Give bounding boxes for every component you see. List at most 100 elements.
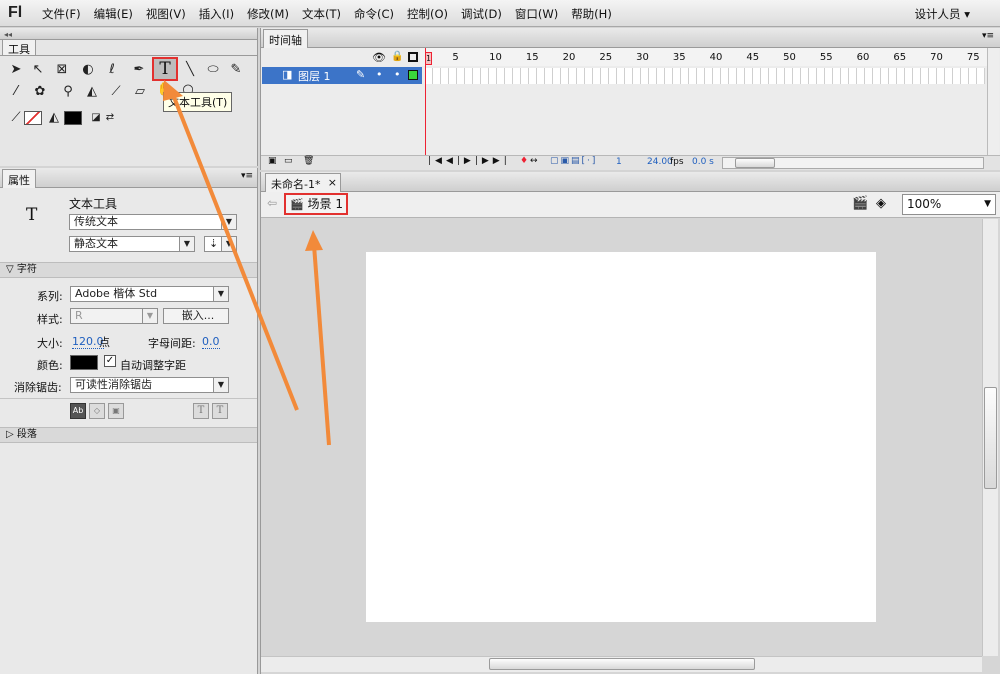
menu-text[interactable]: 文本(T) xyxy=(302,6,341,22)
pen-tool-icon[interactable]: ✒ xyxy=(129,60,149,80)
eyedropper-icon[interactable]: ⟋ xyxy=(106,82,126,102)
current-frame[interactable]: 1 xyxy=(616,157,622,167)
superscript-icon[interactable]: T xyxy=(193,403,209,419)
close-icon[interactable]: × xyxy=(328,176,337,189)
text-tool-tooltip: 文本工具(T) xyxy=(163,92,233,112)
lock-dot[interactable]: • xyxy=(394,68,401,81)
free-transform-icon[interactable]: ⊠ xyxy=(52,60,72,80)
orientation-icon: ⇣ xyxy=(209,237,219,250)
scroll-thumb[interactable] xyxy=(489,658,755,670)
auto-kern-checkbox[interactable]: ✓ xyxy=(104,355,116,367)
scroll-thumb[interactable] xyxy=(735,158,775,168)
subscript-icon[interactable]: T xyxy=(212,403,228,419)
swap-colors-icon[interactable]: ⇄ xyxy=(100,108,120,128)
chevron-down-icon: ▼ xyxy=(984,199,991,209)
lasso-icon[interactable]: ℓ xyxy=(102,60,122,80)
onion-skin-icon[interactable]: ▢▣▤[·] xyxy=(550,156,597,166)
frame-grid[interactable] xyxy=(425,68,985,84)
menu-edit[interactable]: 编辑(E) xyxy=(94,6,133,22)
timeline-vscroll[interactable] xyxy=(987,48,999,155)
size-label: 大小: xyxy=(37,337,63,350)
paint-bucket-icon[interactable]: ◭ xyxy=(82,82,102,102)
letter-spacing-value[interactable]: 0.0 xyxy=(202,335,220,349)
properties-tab[interactable]: 属性 xyxy=(2,169,36,188)
zoom-select[interactable]: 100% ▼ xyxy=(902,194,996,215)
playhead-handle[interactable]: 1 xyxy=(425,52,432,65)
menu-debug[interactable]: 调试(D) xyxy=(461,6,502,22)
layer-name[interactable]: 图层 1 xyxy=(298,68,331,84)
panel-menu-icon[interactable]: ▾≡ xyxy=(241,171,253,181)
menu-commands[interactable]: 命令(C) xyxy=(354,6,394,22)
selectable-toggle-icon[interactable]: Ab xyxy=(70,403,86,419)
timeline-tab[interactable]: 时间轴 xyxy=(263,29,308,48)
subselection-tool-icon[interactable]: ↖ xyxy=(28,60,48,80)
fill-color-swatch[interactable] xyxy=(64,111,82,125)
center-frame-icon[interactable]: ♦ xyxy=(520,156,528,166)
font-family-select[interactable]: Adobe 楷体 Std ▼ xyxy=(70,286,229,302)
edit-scene-icon[interactable]: 🎬 xyxy=(852,196,868,211)
collapse-icon[interactable]: ◂◂ xyxy=(4,30,12,39)
embed-button[interactable]: 嵌入... xyxy=(163,308,229,324)
border-toggle-icon[interactable]: ▣ xyxy=(108,403,124,419)
3d-rotation-icon[interactable]: ◐ xyxy=(78,60,98,80)
layer-color-icon[interactable] xyxy=(408,70,418,80)
ruler-label: 70 xyxy=(930,52,943,63)
chevron-down-icon: ▼ xyxy=(213,287,228,301)
new-layer-icon[interactable]: ▣ xyxy=(268,156,277,166)
menu-control[interactable]: 控制(O) xyxy=(407,6,448,22)
text-color-swatch[interactable] xyxy=(70,355,98,370)
menu-window[interactable]: 窗口(W) xyxy=(515,6,558,22)
antialias-select[interactable]: 可读性消除锯齿 ▼ xyxy=(70,377,229,393)
layer-row[interactable]: ◨ 图层 1 ✎ • • xyxy=(262,67,422,84)
text-engine-select[interactable]: 传统文本 ▼ xyxy=(69,214,237,230)
character-section-header[interactable]: ▽ 字符 xyxy=(0,262,257,278)
html-render-icon[interactable]: ◇ xyxy=(89,403,105,419)
expand-icon: ▽ xyxy=(6,264,17,275)
eraser-icon[interactable]: ▱ xyxy=(130,82,150,102)
oval-tool-icon[interactable]: ⬭ xyxy=(203,60,223,80)
playhead-line xyxy=(425,48,426,158)
visibility-dot[interactable]: • xyxy=(376,68,383,81)
scroll-thumb[interactable] xyxy=(984,387,997,489)
selection-tool-icon[interactable]: ➤ xyxy=(6,60,26,80)
panel-menu-icon[interactable]: ▾≡ xyxy=(982,31,994,41)
lock-icon[interactable]: 🔒 xyxy=(391,51,403,62)
stage-hscroll[interactable] xyxy=(261,656,982,672)
eye-icon[interactable]: 👁 xyxy=(372,51,386,64)
properties-header xyxy=(0,168,257,188)
menu-file[interactable]: 文件(F) xyxy=(42,6,81,22)
stage-canvas[interactable] xyxy=(366,252,876,622)
font-style-select[interactable]: R ▼ xyxy=(70,308,158,324)
text-orientation-select[interactable]: ⇣ ▼ xyxy=(204,236,237,252)
workspace-switcher[interactable]: 设计人员 ▾ xyxy=(915,6,970,22)
family-label: 系列: xyxy=(37,290,63,303)
stage-vscroll[interactable] xyxy=(982,219,998,656)
document-tab[interactable]: 未命名-1* × xyxy=(265,173,341,192)
playback-controls-icon[interactable]: |◀◀|▶|▶▶| xyxy=(428,156,511,166)
timeline-hscroll[interactable] xyxy=(722,157,984,169)
menu-view[interactable]: 视图(V) xyxy=(146,6,186,22)
scene-icon: 🎬 xyxy=(290,198,304,211)
pencil-tool-icon[interactable]: ✎ xyxy=(226,60,246,80)
color-label: 颜色: xyxy=(37,359,63,372)
outline-icon[interactable] xyxy=(408,52,418,62)
deco-tool-icon[interactable]: ✿ xyxy=(30,82,50,102)
edit-symbols-icon[interactable]: ◈ xyxy=(876,196,886,211)
menu-insert[interactable]: 插入(I) xyxy=(199,6,234,22)
brush-tool-icon[interactable]: ⁄ xyxy=(6,82,26,102)
menu-modify[interactable]: 修改(M) xyxy=(247,6,289,22)
scene-breadcrumb[interactable]: 🎬 场景 1 xyxy=(284,193,348,215)
paragraph-section-header[interactable]: ▷ 段落 xyxy=(0,427,257,443)
new-folder-icon[interactable]: ▭ xyxy=(284,156,293,166)
bone-tool-icon[interactable]: ⚲ xyxy=(58,82,78,102)
back-arrow-icon[interactable]: ⇦ xyxy=(267,196,277,210)
tools-tab[interactable]: 工具 xyxy=(2,39,36,56)
stroke-color-swatch[interactable] xyxy=(24,111,42,125)
menu-help[interactable]: 帮助(H) xyxy=(571,6,612,22)
text-tool-button[interactable]: T xyxy=(152,57,178,81)
text-type-select[interactable]: 静态文本 ▼ xyxy=(69,236,195,252)
loop-icon[interactable]: ↔ xyxy=(530,156,538,166)
delete-layer-icon[interactable]: 🗑 xyxy=(303,156,314,166)
line-tool-icon[interactable]: ╲ xyxy=(180,60,200,80)
frame-rate[interactable]: 24.00 xyxy=(647,157,673,167)
